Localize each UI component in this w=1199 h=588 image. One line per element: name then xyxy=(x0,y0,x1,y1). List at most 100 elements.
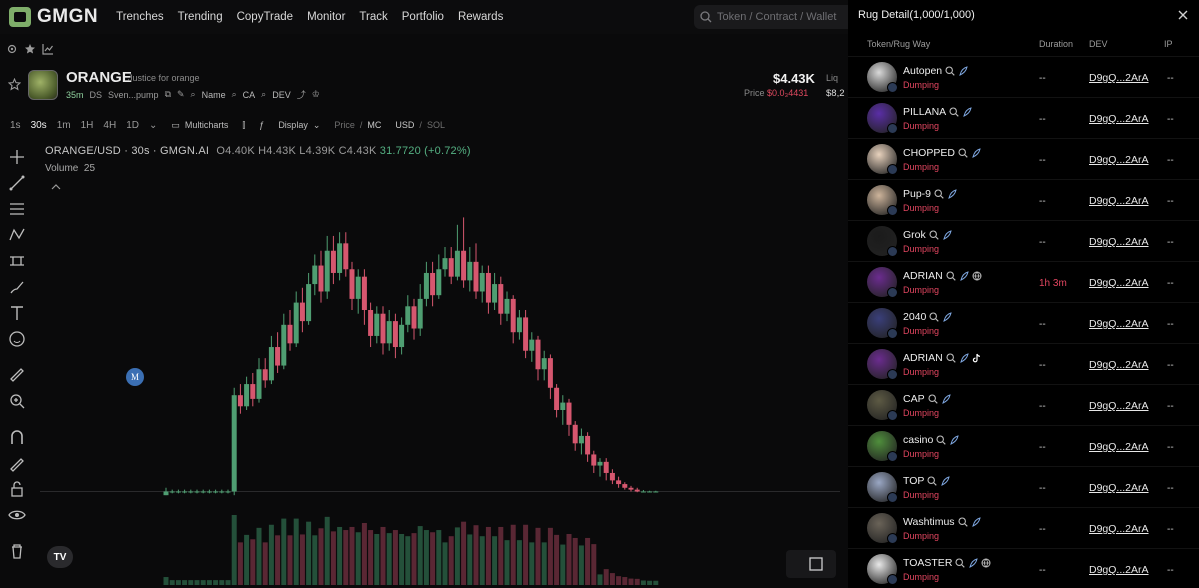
token-name[interactable]: TOASTER xyxy=(903,557,952,569)
token-avatar[interactable] xyxy=(867,226,898,257)
trash-icon[interactable] xyxy=(8,542,26,560)
search-icon[interactable] xyxy=(945,66,955,76)
rug-row[interactable]: Autopen Dumping -- D9gQ...2ArA -- xyxy=(848,56,1199,97)
token-name[interactable]: ADRIAN xyxy=(903,270,943,282)
rug-row[interactable]: 2040 Dumping -- D9gQ...2ArA -- xyxy=(848,302,1199,343)
price-mc-toggle[interactable]: Price / MC xyxy=(334,120,381,130)
rug-row[interactable]: Grok Dumping -- D9gQ...2ArA -- xyxy=(848,220,1199,261)
search-icon[interactable] xyxy=(955,558,966,568)
website-globe-icon[interactable] xyxy=(972,271,982,281)
rug-row[interactable]: ADRIAN Dumping 1h 3m D9gQ...2ArA -- xyxy=(848,261,1199,302)
tiktok-icon[interactable] xyxy=(972,353,982,363)
token-name[interactable]: Pup-9 xyxy=(903,188,931,200)
search-icon[interactable] xyxy=(957,517,968,527)
fit-screen-button[interactable] xyxy=(786,550,836,578)
token-avatar[interactable] xyxy=(867,185,898,216)
twitter-icon[interactable] xyxy=(959,353,969,363)
candlestick-chart[interactable] xyxy=(40,190,840,585)
name-search-icon[interactable]: ⌕ xyxy=(191,89,196,100)
dev-address-link[interactable]: D9gQ...2ArA xyxy=(1089,523,1149,535)
rug-row[interactable]: CHOPPED Dumping -- D9gQ...2ArA -- xyxy=(848,138,1199,179)
rug-row[interactable]: TOASTER Dumping -- D9gQ...2ArA -- xyxy=(848,548,1199,588)
token-name[interactable]: Autopen xyxy=(903,65,942,77)
eye-icon[interactable] xyxy=(8,506,26,524)
token-avatar[interactable] xyxy=(867,103,898,134)
logo[interactable]: GMGN xyxy=(9,6,98,28)
nav-copytrade[interactable]: CopyTrade xyxy=(237,11,293,23)
token-avatar[interactable] xyxy=(867,308,898,339)
token-avatar[interactable] xyxy=(867,390,898,421)
token-avatar[interactable] xyxy=(867,349,898,380)
twitter-icon[interactable] xyxy=(949,435,960,445)
search-icon[interactable] xyxy=(929,312,940,322)
tf-1h[interactable]: 1H xyxy=(81,120,94,131)
display-button[interactable]: Display ⌄ xyxy=(278,120,320,131)
tf-1s[interactable]: 1s xyxy=(10,120,21,131)
twitter-icon[interactable] xyxy=(971,148,981,158)
dev-address-link[interactable]: D9gQ...2ArA xyxy=(1089,72,1149,84)
dev-address-link[interactable]: D9gQ...2ArA xyxy=(1089,359,1149,371)
candle-type-icon[interactable]: ⫿ xyxy=(242,120,245,131)
usd-sol-toggle[interactable]: USD / SOL xyxy=(395,120,445,130)
token-avatar[interactable] xyxy=(867,554,898,585)
favorite-star-icon[interactable] xyxy=(7,77,22,91)
token-avatar[interactable] xyxy=(867,513,898,544)
name-search-label[interactable]: Name xyxy=(202,90,226,100)
dev-search-icon[interactable]: ⌕ xyxy=(261,89,266,100)
lock-drawings-pencil-icon[interactable] xyxy=(8,454,26,472)
search-icon[interactable] xyxy=(949,107,959,117)
dev-address-link[interactable]: D9gQ...2ArA xyxy=(1089,113,1149,125)
search-icon[interactable] xyxy=(958,148,968,158)
token-name[interactable]: CHOPPED xyxy=(903,147,955,159)
nav-rewards[interactable]: Rewards xyxy=(458,11,503,23)
twitter-icon[interactable] xyxy=(971,517,981,527)
tf-1d[interactable]: 1D xyxy=(126,120,139,131)
token-name[interactable]: TOP xyxy=(903,475,924,487)
rug-row[interactable]: casino Dumping -- D9gQ...2ArA -- xyxy=(848,425,1199,466)
token-name[interactable]: Grok xyxy=(903,229,926,241)
dev-address-link[interactable]: D9gQ...2ArA xyxy=(1089,195,1149,207)
token-name[interactable]: 2040 xyxy=(903,311,926,323)
migration-marker[interactable]: M xyxy=(126,368,144,386)
magnet-icon[interactable] xyxy=(8,428,26,446)
nav-track[interactable]: Track xyxy=(359,11,387,23)
rug-row[interactable]: Washtimus Dumping -- D9gQ...2ArA -- xyxy=(848,507,1199,548)
text-tool-icon[interactable] xyxy=(8,304,26,322)
twitter-icon[interactable] xyxy=(968,558,979,568)
ruler-icon[interactable] xyxy=(8,366,26,384)
nav-portfolio[interactable]: Portfolio xyxy=(402,11,444,23)
twitter-icon[interactable] xyxy=(962,107,972,117)
twitter-icon[interactable]: ✎ xyxy=(177,89,185,100)
trend-chart-icon[interactable] xyxy=(42,43,54,55)
dev-address-link[interactable]: D9gQ...2ArA xyxy=(1089,441,1149,453)
dev-address-link[interactable]: D9gQ...2ArA xyxy=(1089,236,1149,248)
fib-retracement-icon[interactable] xyxy=(8,200,26,218)
search-icon[interactable] xyxy=(934,189,944,199)
tf-more-chevron-icon[interactable]: ⌄ xyxy=(149,120,157,131)
close-icon[interactable] xyxy=(1176,8,1190,22)
trend-line-icon[interactable] xyxy=(8,174,26,192)
twitter-icon[interactable] xyxy=(959,271,969,281)
star-icon[interactable] xyxy=(24,43,36,55)
token-name[interactable]: PILLANA xyxy=(903,106,946,118)
pattern-icon[interactable] xyxy=(8,226,26,244)
settings-icon[interactable] xyxy=(6,43,18,55)
rug-row[interactable]: ADRIAN Dumping -- D9gQ...2ArA -- xyxy=(848,343,1199,384)
rug-row[interactable]: CAP Dumping -- D9gQ...2ArA -- xyxy=(848,384,1199,425)
token-avatar[interactable] xyxy=(867,431,898,462)
dev-address-link[interactable]: D9gQ...2ArA xyxy=(1089,154,1149,166)
search-icon[interactable] xyxy=(927,476,938,486)
copy-icon[interactable]: ⧉ xyxy=(165,89,171,100)
tradingview-logo[interactable]: TV xyxy=(47,546,73,568)
share-icon[interactable]: ⤴ xyxy=(297,88,306,101)
token-name[interactable]: ADRIAN xyxy=(903,352,943,364)
rug-row[interactable]: TOP Dumping -- D9gQ...2ArA -- xyxy=(848,466,1199,507)
crosshair-icon[interactable] xyxy=(8,148,26,166)
token-avatar[interactable] xyxy=(867,267,898,298)
zoom-in-icon[interactable] xyxy=(8,392,26,410)
tf-1m[interactable]: 1m xyxy=(57,120,71,131)
token-source[interactable]: Sven...pump xyxy=(108,90,159,100)
search-input[interactable] xyxy=(717,11,842,23)
token-name[interactable]: CAP xyxy=(903,393,925,405)
dev-address-link[interactable]: D9gQ...2ArA xyxy=(1089,482,1149,494)
